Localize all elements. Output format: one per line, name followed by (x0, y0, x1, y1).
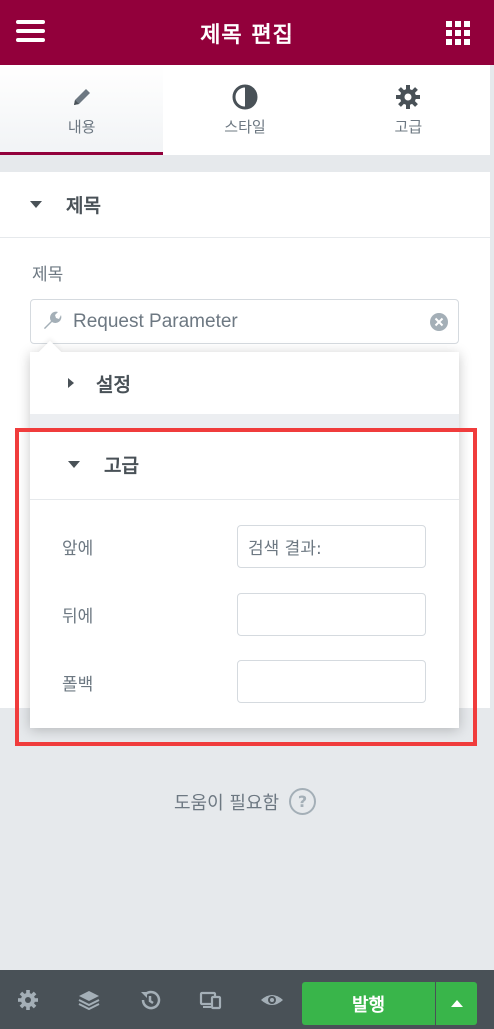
title-field-label: 제목 (32, 265, 64, 285)
popover-settings-toggle[interactable]: 설정 (30, 352, 459, 414)
publish-button[interactable]: 발행 (302, 982, 435, 1025)
help-link[interactable]: 도움이 필요함 ? (0, 788, 490, 815)
section-toggle-title[interactable]: 제목 (0, 172, 490, 238)
responsive-icon[interactable] (199, 988, 223, 1012)
wrench-icon[interactable] (41, 310, 65, 334)
gear-icon (395, 84, 421, 110)
layers-icon[interactable] (77, 988, 101, 1012)
fallback-label: 폴백 (62, 675, 94, 695)
settings-title: 설정 (96, 373, 131, 396)
eye-icon[interactable] (260, 988, 284, 1012)
caret-up-icon (450, 1000, 463, 1007)
popover-advanced-toggle[interactable]: 고급 (30, 430, 459, 500)
dynamic-tag-popover: 설정 고급 앞에 검색 결과: 뒤에 폴백 (30, 352, 459, 728)
clear-icon[interactable] (430, 312, 448, 331)
pencil-icon (69, 84, 95, 110)
before-input[interactable]: 검색 결과: (237, 525, 426, 568)
contrast-icon (232, 84, 258, 110)
panel-tabs: 내용 스타일 고급 (0, 65, 490, 155)
after-label: 뒤에 (62, 607, 94, 627)
caret-down-icon (68, 461, 80, 468)
tab-advanced[interactable]: 고급 (327, 65, 490, 155)
tab-label: 스타일 (224, 117, 266, 136)
divider (30, 414, 459, 430)
caret-right-icon (68, 378, 74, 388)
section-title: 제목 (66, 195, 101, 217)
title-input[interactable]: Request Parameter (30, 299, 459, 344)
fallback-input[interactable] (237, 660, 426, 703)
tab-label: 고급 (394, 117, 423, 136)
scrollbar[interactable] (490, 65, 494, 970)
advanced-title: 고급 (104, 455, 139, 477)
help-label: 도움이 필요함 (173, 792, 280, 814)
page-title: 제목 편집 (200, 22, 294, 48)
hamburger-icon[interactable] (16, 20, 46, 44)
question-icon: ? (289, 788, 317, 815)
caret-down-icon (30, 201, 42, 208)
publish-options-button[interactable] (436, 982, 477, 1025)
tab-style[interactable]: 스타일 (163, 65, 326, 155)
before-label: 앞에 (62, 539, 94, 559)
tab-label: 내용 (67, 117, 96, 136)
history-icon[interactable] (138, 988, 162, 1012)
title-input-value: Request Parameter (73, 310, 238, 332)
tab-content[interactable]: 내용 (0, 65, 164, 155)
after-input[interactable] (237, 593, 426, 636)
settings-icon[interactable] (16, 988, 40, 1012)
grid-icon[interactable] (446, 21, 470, 45)
header-bar: 제목 편집 (0, 0, 494, 65)
